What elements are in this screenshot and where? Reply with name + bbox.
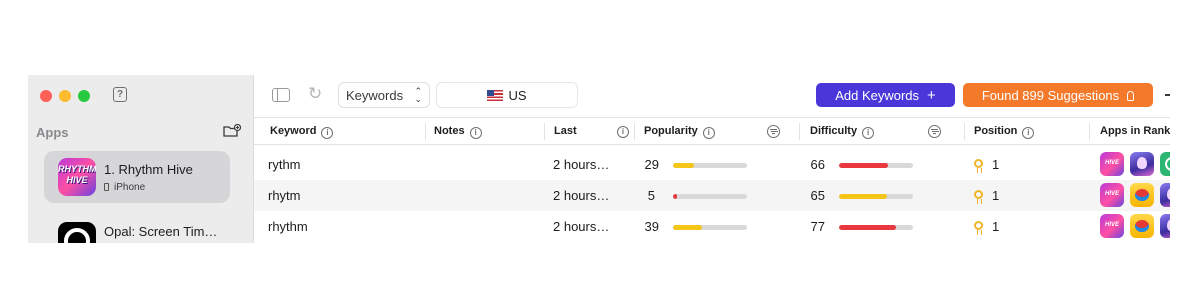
popularity-value: 29	[644, 157, 659, 172]
table-header: Keyword i Notes i Last i Popularity i Diffi…	[254, 119, 1170, 145]
app-name: Opal: Screen Tim…	[104, 224, 218, 239]
chevron-up-down-icon: ⌃ ⌄	[414, 86, 422, 104]
sidebar: ? Apps RHYTHM HIVE 1. Rhythm Hive iPhone…	[28, 75, 254, 243]
column-divider[interactable]	[634, 123, 635, 140]
lightbulb-icon	[1127, 91, 1135, 101]
info-icon[interactable]: i	[702, 127, 715, 139]
zoom-window-button[interactable]	[78, 90, 90, 102]
popularity-bar	[673, 225, 747, 230]
position-cell: 1	[992, 157, 1000, 172]
position-cell: 1	[992, 219, 1000, 234]
more-icon[interactable]	[1165, 94, 1170, 96]
keywords-table: Keyword i Notes i Last i Popularity i Diffi…	[254, 119, 1170, 242]
difficulty-bar	[839, 163, 913, 168]
toolbar: ↻ Keywords ⌃ ⌄ US Add Keywords + Found 899…	[254, 75, 1170, 118]
app-name: 1. Rhythm Hive	[104, 162, 193, 177]
difficulty-value: 66	[810, 157, 825, 172]
difficulty-bar	[839, 194, 913, 199]
app-device: iPhone	[104, 182, 145, 193]
column-header-last[interactable]: Last	[554, 125, 577, 137]
fnf-game-ranking-icon[interactable]	[1130, 183, 1154, 207]
keyword-cell: rythm	[268, 157, 301, 172]
sidebar-app-rhythm-hive[interactable]: RHYTHM HIVE 1. Rhythm Hive iPhone	[44, 151, 230, 203]
medal-icon	[974, 221, 983, 235]
keyword-cell: rhytm	[268, 188, 301, 203]
us-flag-icon	[487, 90, 504, 101]
rhythm-hive-ranking-icon[interactable]	[1100, 183, 1124, 207]
sidebar-app-opal[interactable]: Opal: Screen Tim…	[44, 216, 230, 243]
fnf-game-ranking-icon[interactable]	[1130, 214, 1154, 238]
anime-game-ranking-icon[interactable]	[1130, 152, 1154, 176]
rhythm-hive-app-icon: RHYTHM HIVE	[58, 158, 96, 196]
column-header-notes[interactable]: Notes i	[434, 125, 482, 139]
position-cell: 1	[992, 188, 1000, 203]
info-icon[interactable]: i	[321, 127, 334, 139]
popularity-bar	[673, 194, 747, 199]
plus-icon: +	[927, 87, 936, 104]
country-selector[interactable]: US	[436, 82, 578, 108]
keyword-cell: rhythm	[268, 219, 308, 234]
column-header-keyword[interactable]: Keyword i	[270, 125, 334, 139]
table-row[interactable]: rhythm 2 hours… 39 77 1	[254, 211, 1170, 242]
info-icon[interactable]: i	[862, 127, 875, 139]
column-header-difficulty[interactable]: Difficulty i	[810, 125, 875, 139]
refresh-icon[interactable]: ↻	[308, 85, 326, 103]
table-row[interactable]: rhytm 2 hours… 5 65 1	[254, 180, 1170, 211]
new-folder-icon[interactable]	[223, 124, 241, 138]
filter-icon[interactable]	[767, 125, 780, 138]
app-window: ? Apps RHYTHM HIVE 1. Rhythm Hive iPhone…	[28, 75, 1170, 243]
suggestions-button[interactable]: Found 899 Suggestions	[963, 83, 1153, 107]
anime-game-ranking-icon[interactable]	[1160, 214, 1170, 238]
medal-icon	[974, 190, 983, 204]
apps-heading: Apps	[36, 125, 69, 140]
opal-app-icon	[58, 222, 96, 243]
filter-icon[interactable]	[928, 125, 941, 138]
rhythm-hive-ranking-icon[interactable]	[1100, 214, 1124, 238]
help-icon[interactable]: ?	[113, 87, 127, 102]
difficulty-value: 65	[810, 188, 825, 203]
popularity-value: 5	[647, 188, 655, 203]
green-app-ranking-icon[interactable]	[1160, 152, 1170, 176]
close-window-button[interactable]	[40, 90, 52, 102]
rhythm-hive-ranking-icon[interactable]	[1100, 152, 1124, 176]
minimize-window-button[interactable]	[59, 90, 71, 102]
column-divider[interactable]	[544, 123, 545, 140]
table-row[interactable]: rythm 2 hours… 29 66 1	[254, 149, 1170, 180]
popularity-value: 39	[644, 219, 659, 234]
sidebar-toggle-icon[interactable]	[272, 88, 290, 102]
last-updated-cell: 2 hours…	[553, 219, 610, 234]
difficulty-value: 77	[810, 219, 825, 234]
add-keywords-button[interactable]: Add Keywords +	[816, 83, 955, 107]
last-updated-cell: 2 hours…	[553, 188, 610, 203]
view-select[interactable]: Keywords ⌃ ⌄	[338, 82, 430, 108]
column-header-popularity[interactable]: Popularity i	[644, 125, 715, 139]
column-divider[interactable]	[1089, 123, 1090, 140]
column-divider[interactable]	[964, 123, 965, 140]
info-icon[interactable]: i	[617, 126, 629, 138]
column-divider[interactable]	[425, 123, 426, 140]
anime-game-ranking-icon[interactable]	[1160, 183, 1170, 207]
column-divider[interactable]	[799, 123, 800, 140]
column-header-position[interactable]: Position i	[974, 125, 1035, 139]
info-icon[interactable]: i	[1022, 127, 1035, 139]
last-updated-cell: 2 hours…	[553, 157, 610, 172]
popularity-bar	[673, 163, 747, 168]
difficulty-bar	[839, 225, 913, 230]
column-header-apps-in-ranking[interactable]: Apps in Rankin	[1100, 125, 1170, 137]
info-icon[interactable]: i	[469, 127, 482, 139]
medal-icon	[974, 159, 983, 173]
iphone-icon	[104, 183, 109, 191]
